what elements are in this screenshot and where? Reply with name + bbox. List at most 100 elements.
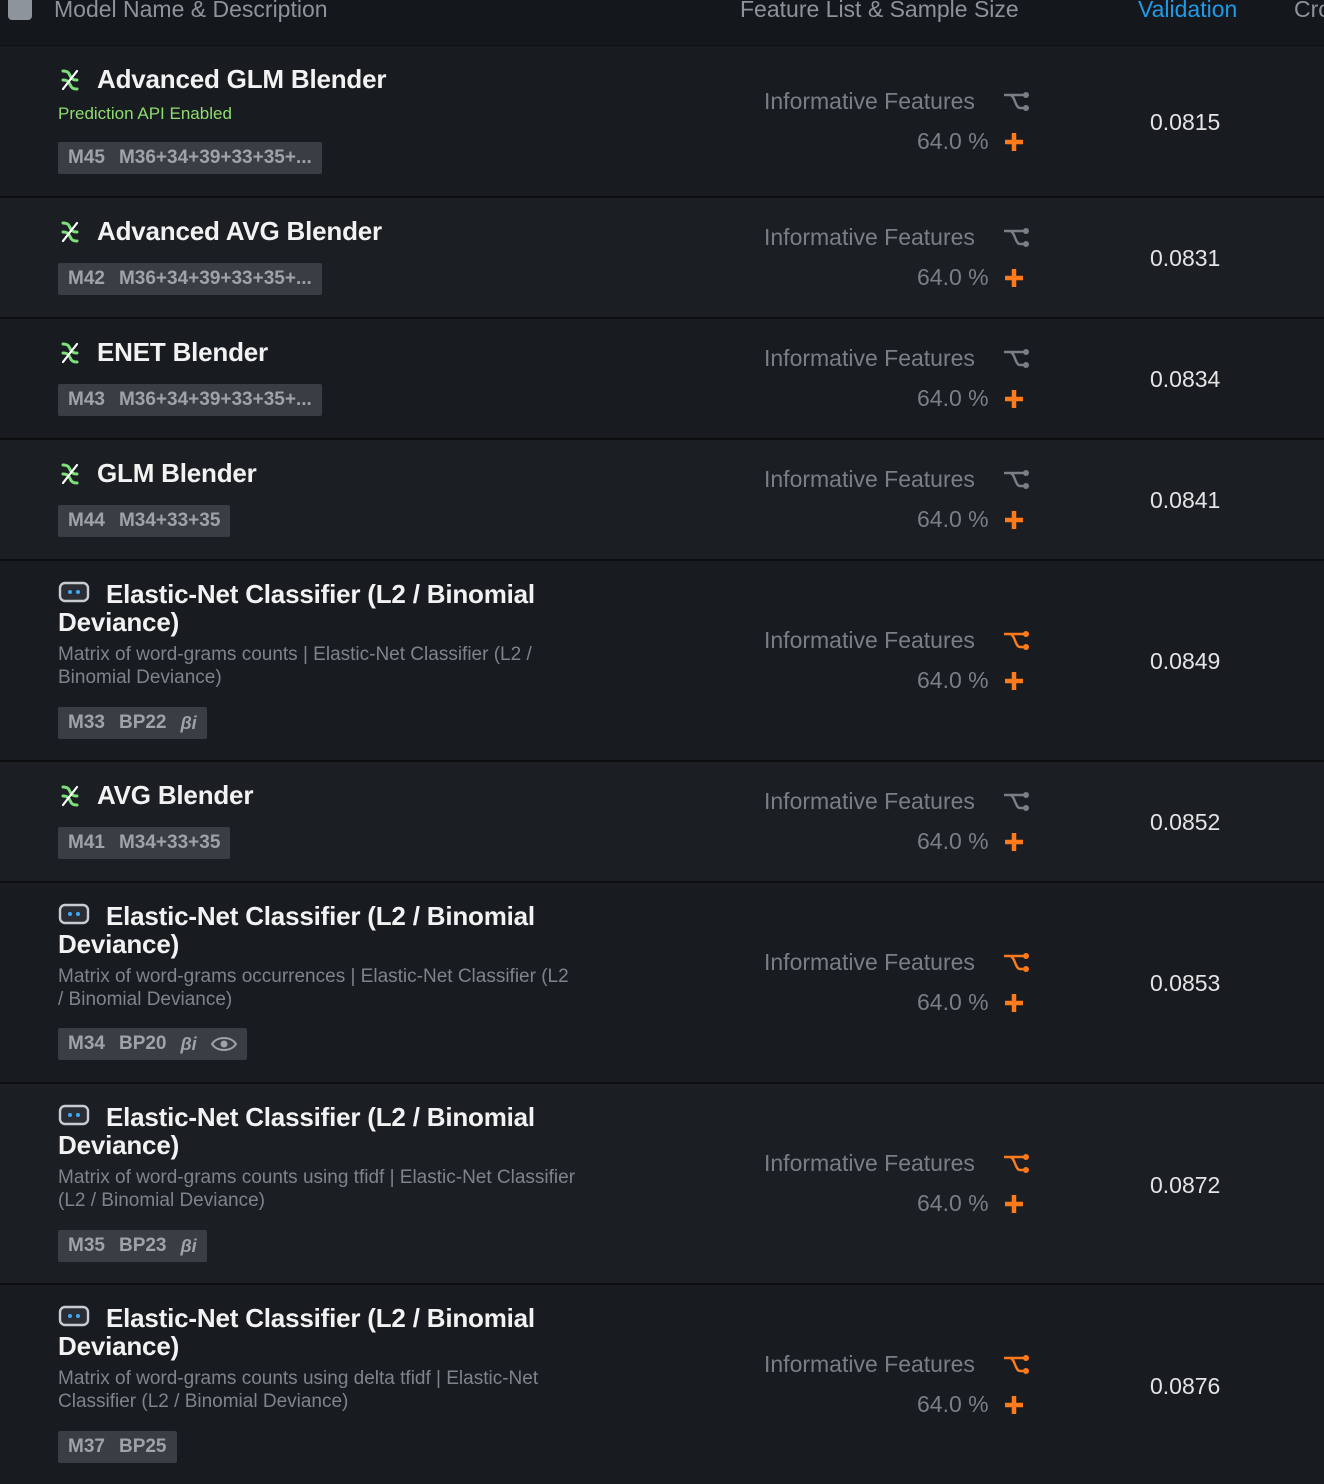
blueprint-id[interactable]: BP22 bbox=[119, 712, 167, 734]
model-description: Matrix of word-grams counts using delta … bbox=[58, 1368, 539, 1412]
model-id[interactable]: M44 bbox=[68, 510, 105, 532]
validation-score: 0.0849 bbox=[1150, 648, 1221, 674]
validation-score: 0.0852 bbox=[1150, 809, 1221, 835]
model-row[interactable]: Elastic-Net Classifier (L2 / Binomial De… bbox=[0, 1084, 1324, 1285]
model-title[interactable]: Elastic-Net Classifier (L2 / Binomial bbox=[106, 903, 535, 929]
validation-score: 0.0872 bbox=[1150, 1172, 1221, 1198]
model-title[interactable]: Elastic-Net Classifier (L2 / Binomial bbox=[106, 1305, 535, 1331]
model-id[interactable]: M35 bbox=[68, 1235, 105, 1257]
feature-list-label[interactable]: Informative Features bbox=[764, 224, 975, 251]
model-tags: M45 M36+34+39+33+35+... bbox=[58, 142, 322, 174]
model-row[interactable]: Elastic-Net Classifier (L2 / Binomial De… bbox=[0, 1285, 1324, 1484]
model-title-continued[interactable]: Deviance) bbox=[58, 1132, 179, 1158]
model-row[interactable]: ENET Blender M43 M36+34+39+33+35+... Inf… bbox=[0, 319, 1324, 440]
model-id[interactable]: M45 bbox=[68, 147, 105, 169]
coefficients-icon[interactable]: βi bbox=[181, 713, 197, 734]
model-id[interactable]: M43 bbox=[68, 389, 105, 411]
model-description: Matrix of word-grams occurrences | Elast… bbox=[58, 966, 569, 1010]
feature-list-icon[interactable] bbox=[1002, 791, 1030, 813]
validation-score: 0.0876 bbox=[1150, 1373, 1221, 1399]
feature-list-icon[interactable] bbox=[1002, 1354, 1030, 1376]
model-tags: M42 M36+34+39+33+35+... bbox=[58, 263, 322, 295]
column-header-model-name[interactable]: Model Name & Description bbox=[54, 0, 328, 23]
feature-list-label[interactable]: Informative Features bbox=[764, 1150, 975, 1177]
plus-icon[interactable] bbox=[1003, 992, 1025, 1014]
blueprint-id[interactable]: M34+33+35 bbox=[119, 510, 220, 532]
plus-icon[interactable] bbox=[1003, 1394, 1025, 1416]
blueprint-id[interactable]: M36+34+39+33+35+... bbox=[119, 147, 312, 169]
blueprint-id[interactable]: M36+34+39+33+35+... bbox=[119, 268, 312, 290]
robot-icon bbox=[58, 1104, 90, 1126]
sample-size: 64.0 % bbox=[917, 667, 989, 693]
sample-size: 64.0 % bbox=[917, 128, 989, 154]
model-tags: M37 BP25 bbox=[58, 1431, 177, 1463]
blender-icon bbox=[61, 221, 79, 243]
feature-list-icon[interactable] bbox=[1002, 91, 1030, 113]
model-title[interactable]: Advanced GLM Blender bbox=[97, 66, 386, 92]
plus-icon[interactable] bbox=[1003, 509, 1025, 531]
model-id[interactable]: M41 bbox=[68, 832, 105, 854]
plus-icon[interactable] bbox=[1003, 388, 1025, 410]
feature-list-label[interactable]: Informative Features bbox=[764, 788, 975, 815]
column-header-cross-validation[interactable]: Cro bbox=[1294, 0, 1324, 23]
model-tags: M43 M36+34+39+33+35+... bbox=[58, 384, 322, 416]
feature-list-icon[interactable] bbox=[1002, 469, 1030, 491]
model-tags: M44 M34+33+35 bbox=[58, 505, 231, 537]
model-row[interactable]: GLM Blender M44 M34+33+35 Informative Fe… bbox=[0, 440, 1324, 561]
blueprint-id[interactable]: BP25 bbox=[119, 1436, 167, 1458]
model-title-continued[interactable]: Deviance) bbox=[58, 1333, 179, 1359]
blueprint-id[interactable]: BP20 bbox=[119, 1033, 167, 1055]
coefficients-icon[interactable]: βi bbox=[181, 1236, 197, 1257]
sample-size: 64.0 % bbox=[917, 385, 989, 411]
blueprint-id[interactable]: M34+33+35 bbox=[119, 832, 220, 854]
select-all-checkbox[interactable] bbox=[8, 0, 32, 20]
model-title-continued[interactable]: Deviance) bbox=[58, 609, 179, 635]
feature-list-icon[interactable] bbox=[1002, 227, 1030, 249]
model-row[interactable]: Advanced AVG Blender M42 M36+34+39+33+35… bbox=[0, 198, 1324, 319]
model-id[interactable]: M34 bbox=[68, 1033, 105, 1055]
model-title[interactable]: AVG Blender bbox=[97, 782, 253, 808]
model-row[interactable]: Advanced GLM Blender Prediction API Enab… bbox=[0, 46, 1324, 198]
robot-icon bbox=[58, 903, 90, 925]
model-row[interactable]: Elastic-Net Classifier (L2 / Binomial De… bbox=[0, 561, 1324, 762]
blueprint-id[interactable]: M36+34+39+33+35+... bbox=[119, 389, 312, 411]
model-title[interactable]: Elastic-Net Classifier (L2 / Binomial bbox=[106, 581, 535, 607]
blender-icon bbox=[61, 463, 79, 485]
model-row[interactable]: Elastic-Net Classifier (L2 / Binomial De… bbox=[0, 883, 1324, 1084]
model-title[interactable]: ENET Blender bbox=[97, 339, 268, 365]
model-id[interactable]: M33 bbox=[68, 712, 105, 734]
plus-icon[interactable] bbox=[1003, 670, 1025, 692]
model-id[interactable]: M42 bbox=[68, 268, 105, 290]
plus-icon[interactable] bbox=[1003, 131, 1025, 153]
model-title[interactable]: Advanced AVG Blender bbox=[97, 218, 382, 244]
model-row[interactable]: AVG Blender M41 M34+33+35 Informative Fe… bbox=[0, 762, 1324, 883]
prediction-api-badge: Prediction API Enabled bbox=[58, 104, 232, 123]
eye-icon[interactable] bbox=[210, 1036, 237, 1052]
blueprint-id[interactable]: BP23 bbox=[119, 1235, 167, 1257]
feature-list-icon[interactable] bbox=[1002, 952, 1030, 974]
blender-icon bbox=[61, 69, 79, 91]
model-title-continued[interactable]: Deviance) bbox=[58, 931, 179, 957]
feature-list-label[interactable]: Informative Features bbox=[764, 627, 975, 654]
column-header-validation[interactable]: Validation bbox=[1138, 0, 1237, 23]
feature-list-label[interactable]: Informative Features bbox=[764, 466, 975, 493]
feature-list-icon[interactable] bbox=[1002, 348, 1030, 370]
feature-list-label[interactable]: Informative Features bbox=[764, 345, 975, 372]
column-header-feature-list[interactable]: Feature List & Sample Size bbox=[740, 0, 1019, 23]
feature-list-label[interactable]: Informative Features bbox=[764, 949, 975, 976]
sample-size: 64.0 % bbox=[917, 264, 989, 290]
model-id[interactable]: M37 bbox=[68, 1436, 105, 1458]
plus-icon[interactable] bbox=[1003, 831, 1025, 853]
feature-list-label[interactable]: Informative Features bbox=[764, 1351, 975, 1378]
model-tags: M34 BP20 βi bbox=[58, 1028, 247, 1060]
plus-icon[interactable] bbox=[1003, 267, 1025, 289]
coefficients-icon[interactable]: βi bbox=[181, 1034, 197, 1055]
model-title[interactable]: Elastic-Net Classifier (L2 / Binomial bbox=[106, 1104, 535, 1130]
feature-list-icon[interactable] bbox=[1002, 1153, 1030, 1175]
plus-icon[interactable] bbox=[1003, 1193, 1025, 1215]
feature-list-icon[interactable] bbox=[1002, 630, 1030, 652]
sample-size: 64.0 % bbox=[917, 989, 989, 1015]
feature-list-label[interactable]: Informative Features bbox=[764, 88, 975, 115]
model-title[interactable]: GLM Blender bbox=[97, 460, 257, 486]
sample-size: 64.0 % bbox=[917, 828, 989, 854]
